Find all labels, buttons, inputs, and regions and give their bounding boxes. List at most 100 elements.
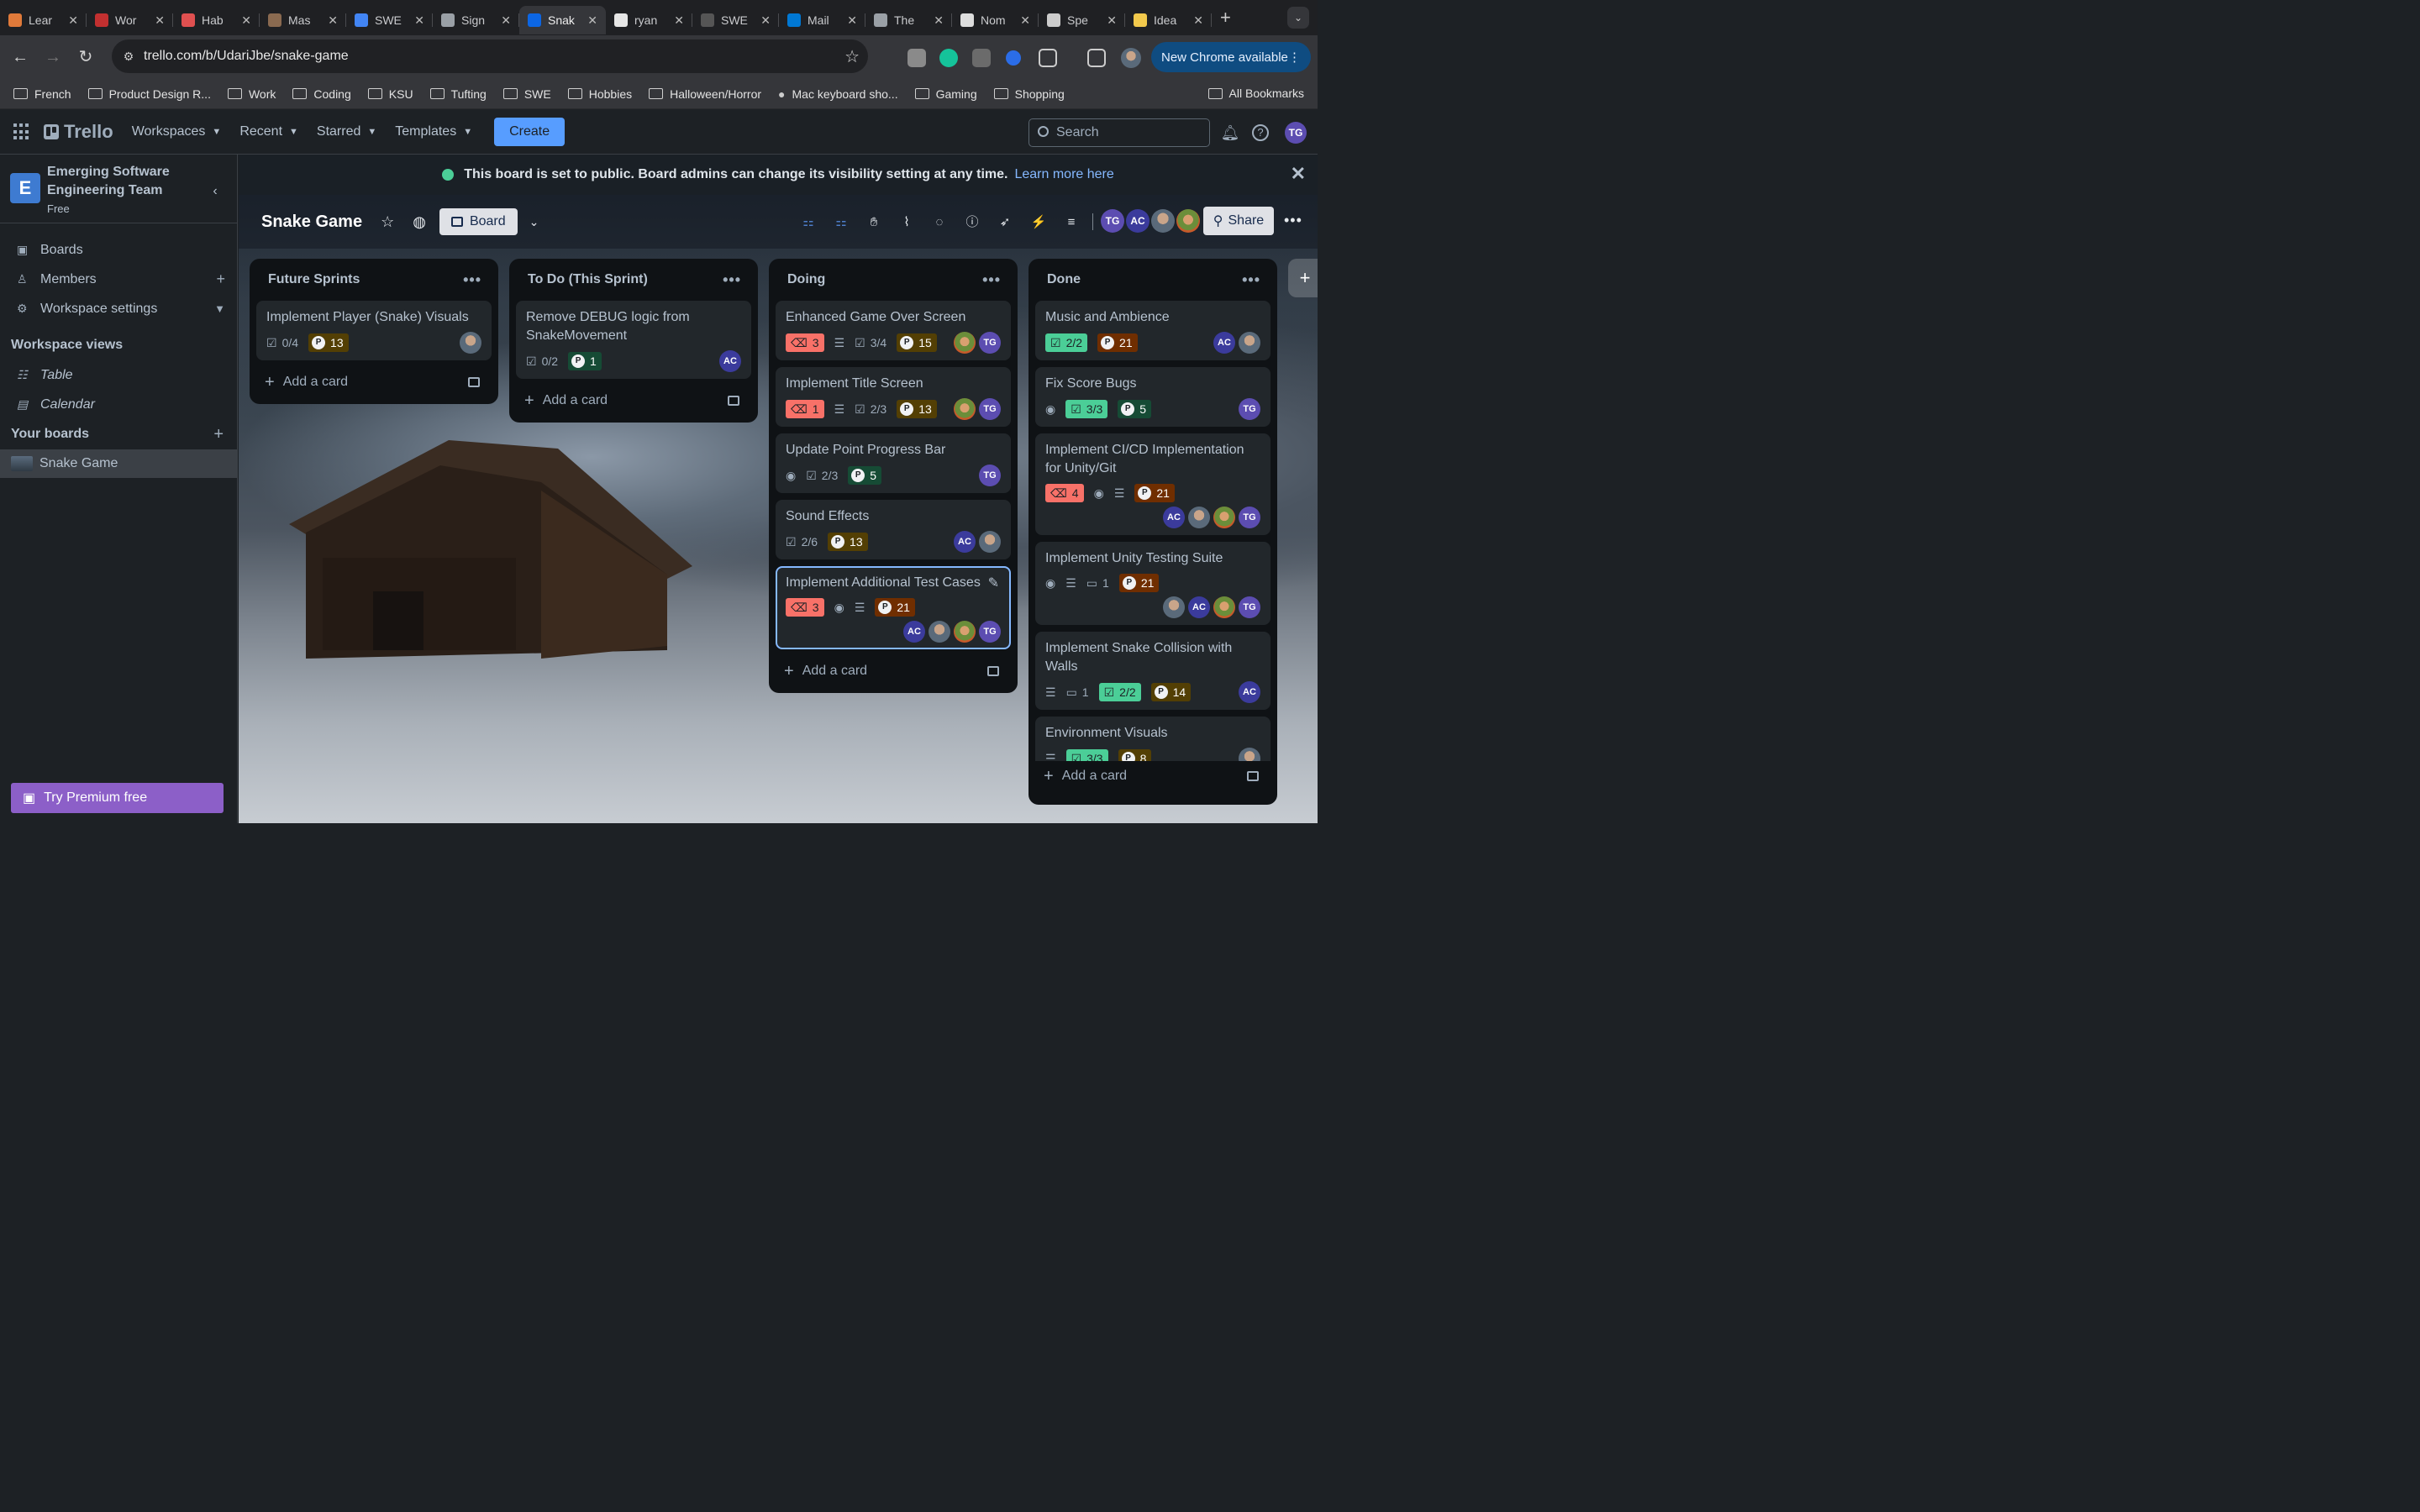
close-tab-icon[interactable]: ✕: [501, 13, 511, 28]
menu-recent[interactable]: Recent ▼: [239, 124, 298, 139]
close-tab-icon[interactable]: ✕: [847, 13, 857, 28]
browser-tab[interactable]: Hab ✕: [173, 6, 260, 34]
try-premium-button[interactable]: ▣ Try Premium free: [11, 783, 224, 813]
sidebar-board-snake-game[interactable]: Snake Game: [0, 449, 237, 478]
bookmark-item[interactable]: Gaming: [914, 87, 977, 101]
close-tab-icon[interactable]: ✕: [155, 13, 165, 28]
grammarly-icon[interactable]: [939, 49, 958, 67]
close-tab-icon[interactable]: ✕: [674, 13, 684, 28]
filter-icon[interactable]: ≡: [1063, 214, 1080, 231]
add-board-icon[interactable]: +: [213, 419, 224, 449]
add-card-button[interactable]: + Add a card: [256, 367, 492, 397]
member-avatar[interactable]: TG: [979, 398, 1001, 420]
bookmark-item[interactable]: ● Mac keyboard sho...: [778, 87, 898, 101]
close-tab-icon[interactable]: ✕: [1107, 13, 1117, 28]
card[interactable]: Sound Effects ☑ 2/6 P 13 AC: [776, 500, 1011, 559]
new-chrome-button[interactable]: New Chrome available ⋮: [1151, 42, 1311, 72]
browser-tab[interactable]: Snak ✕: [519, 6, 606, 34]
card[interactable]: Implement CI/CD Implementation for Unity…: [1035, 433, 1270, 535]
card[interactable]: Enhanced Game Over Screen ⌫ 3 ☰ ☑ 3/4 P 15 TG: [776, 301, 1011, 360]
member-avatar[interactable]: [1176, 209, 1200, 233]
list-menu-icon[interactable]: •••: [723, 271, 741, 289]
create-button[interactable]: Create: [494, 118, 566, 146]
comment-icon[interactable]: ◌: [931, 214, 948, 231]
member-avatar[interactable]: TG: [1101, 209, 1124, 233]
bookmark-item[interactable]: Shopping: [993, 87, 1065, 101]
bookmark-item[interactable]: KSU: [367, 87, 413, 101]
side-panel-icon[interactable]: [1087, 49, 1106, 67]
search-input[interactable]: Search: [1028, 118, 1210, 147]
browser-tab[interactable]: The ✕: [865, 6, 952, 34]
new-tab-icon[interactable]: +: [1220, 7, 1231, 29]
browser-tab[interactable]: Mail ✕: [779, 6, 865, 34]
board-menu-icon[interactable]: •••: [1284, 212, 1302, 229]
all-bookmarks[interactable]: All Bookmarks: [1207, 87, 1304, 100]
card-template-icon[interactable]: [728, 396, 739, 406]
list-header[interactable]: To Do (This Sprint) •••: [516, 259, 751, 301]
member-avatar[interactable]: [1163, 596, 1185, 618]
member-avatar[interactable]: TG: [1239, 596, 1260, 618]
forward-icon[interactable]: →: [40, 45, 66, 70]
card[interactable]: Implement Player (Snake) Visuals ☑ 0/4 P 13: [256, 301, 492, 360]
member-avatar[interactable]: AC: [1188, 596, 1210, 618]
bookmark-item[interactable]: Work: [227, 87, 276, 101]
member-avatar[interactable]: TG: [979, 465, 1001, 486]
star-icon[interactable]: ☆: [381, 213, 394, 231]
chevron-down-icon[interactable]: ⌄: [529, 215, 539, 229]
back-icon[interactable]: ←: [8, 45, 33, 70]
member-avatar[interactable]: TG: [979, 621, 1001, 643]
member-avatar[interactable]: AC: [1126, 209, 1150, 233]
browser-tab[interactable]: SWE ✕: [346, 6, 433, 34]
visibility-icon[interactable]: ◍: [413, 213, 426, 231]
list-menu-icon[interactable]: •••: [463, 271, 481, 289]
member-avatar[interactable]: AC: [903, 621, 925, 643]
reload-icon[interactable]: ↻: [73, 45, 98, 70]
card[interactable]: Implement Snake Collision with Walls ☰ ▭ 1 ☑…: [1035, 632, 1270, 710]
card-template-icon[interactable]: [1247, 771, 1259, 781]
member-avatar[interactable]: [1239, 332, 1260, 354]
learn-more-link[interactable]: Learn more here: [1014, 167, 1113, 182]
member-avatar[interactable]: AC: [1239, 681, 1260, 703]
tab-search-button[interactable]: ⌄: [1287, 7, 1309, 29]
notifications-icon[interactable]: 🔔︎: [1220, 123, 1240, 143]
extensions-puzzle-icon[interactable]: [1039, 49, 1057, 67]
list-header[interactable]: Future Sprints •••: [256, 259, 492, 301]
card[interactable]: Update Point Progress Bar ◉ ☑ 2/3 P 5 TG: [776, 433, 1011, 493]
bookmark-item[interactable]: French: [13, 87, 71, 101]
board-view-button[interactable]: Board: [439, 208, 518, 235]
close-tab-icon[interactable]: ✕: [328, 13, 338, 28]
card-template-icon[interactable]: [468, 377, 480, 387]
card[interactable]: Music and Ambience ☑ 2/2 P 21 AC: [1035, 301, 1270, 360]
member-avatar[interactable]: AC: [1163, 507, 1185, 528]
member-avatar[interactable]: [1188, 507, 1210, 528]
member-avatar[interactable]: AC: [719, 350, 741, 372]
info-icon[interactable]: ⓘ: [964, 214, 981, 231]
member-avatar[interactable]: AC: [954, 531, 976, 553]
member-avatar[interactable]: TG: [979, 332, 1001, 354]
rocket-icon[interactable]: ➶: [997, 214, 1013, 231]
list-menu-icon[interactable]: •••: [982, 271, 1001, 289]
bookmark-item[interactable]: Coding: [292, 87, 351, 101]
bookmark-item[interactable]: Hobbies: [567, 87, 632, 101]
member-avatar[interactable]: [979, 531, 1001, 553]
extension-icon[interactable]: [972, 49, 991, 67]
address-bar[interactable]: ⚙ trello.com/b/UdariJbe/snake-game ☆: [112, 39, 868, 73]
browser-tab[interactable]: Nom ✕: [952, 6, 1039, 34]
card[interactable]: Implement Title Screen ⌫ 1 ☰ ☑ 2/3 P 13 TG: [776, 367, 1011, 427]
list-menu-icon[interactable]: •••: [1242, 271, 1260, 289]
browser-tab[interactable]: Spe ✕: [1039, 6, 1125, 34]
trello-logo[interactable]: Trello: [44, 121, 113, 143]
close-tab-icon[interactable]: ✕: [414, 13, 424, 28]
app-switcher-icon[interactable]: [13, 123, 30, 140]
sidebar-item-workspace-settings[interactable]: ⚙ Workspace settings ▼: [0, 294, 237, 323]
member-avatar[interactable]: [1239, 748, 1260, 761]
member-avatar[interactable]: TG: [1239, 507, 1260, 528]
profile-avatar[interactable]: [1121, 48, 1141, 68]
site-info-icon[interactable]: ⚙: [120, 48, 137, 65]
close-tab-icon[interactable]: ✕: [760, 13, 771, 28]
bookmark-item[interactable]: Halloween/Horror: [649, 87, 761, 101]
add-member-icon[interactable]: +: [216, 270, 225, 288]
chart-icon[interactable]: ⌇: [898, 214, 915, 231]
sidebar-item-members[interactable]: ♙ Members +: [0, 265, 237, 294]
browser-tab[interactable]: Lear ✕: [0, 6, 87, 34]
